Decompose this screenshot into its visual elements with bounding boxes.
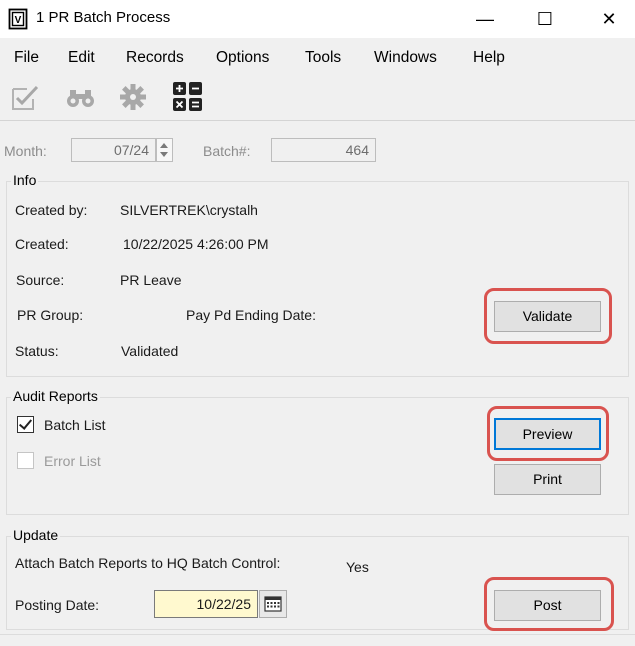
- error-list-label: Error List: [44, 453, 101, 469]
- window-title: 1 PR Batch Process: [36, 9, 171, 26]
- update-title: Update: [11, 527, 61, 543]
- menu-bar: File Edit Records Options Tools Windows …: [0, 38, 635, 78]
- attach-reports-label: Attach Batch Reports to HQ Batch Control…: [15, 555, 281, 571]
- source-label: Source:: [16, 272, 65, 288]
- pr-group-label: PR Group:: [17, 307, 84, 323]
- maximize-button[interactable]: ☐: [522, 0, 568, 38]
- menu-records[interactable]: Records: [126, 49, 184, 67]
- error-list-checkbox[interactable]: [17, 452, 34, 469]
- close-button[interactable]: ✕: [586, 0, 632, 38]
- menu-edit[interactable]: Edit: [68, 49, 95, 67]
- svg-text:V: V: [15, 15, 22, 26]
- menu-help[interactable]: Help: [473, 49, 505, 67]
- toolbar: [0, 78, 635, 120]
- info-group: [6, 181, 629, 377]
- pay-pd-ending-label: Pay Pd Ending Date:: [186, 307, 316, 323]
- preview-highlight: [487, 406, 609, 461]
- calendar-button[interactable]: [259, 590, 287, 618]
- binoculars-find-icon[interactable]: [64, 80, 98, 114]
- status-label: Status:: [15, 343, 59, 359]
- minimize-button[interactable]: —: [462, 0, 508, 38]
- post-highlight: [484, 577, 614, 631]
- menu-file[interactable]: File: [14, 49, 39, 67]
- calculator-icon[interactable]: [171, 80, 205, 114]
- batch-list-label: Batch List: [44, 417, 106, 433]
- source-value: PR Leave: [120, 272, 182, 288]
- menu-options[interactable]: Options: [216, 49, 269, 67]
- menu-tools[interactable]: Tools: [305, 49, 341, 67]
- title-bar: V 1 PR Batch Process — ☐ ✕: [0, 0, 635, 38]
- gear-settings-icon[interactable]: [116, 80, 150, 114]
- info-group-title: Info: [11, 172, 39, 188]
- month-label: Month:: [4, 143, 47, 159]
- validate-check-icon[interactable]: [8, 80, 42, 114]
- month-spinner: [156, 138, 173, 162]
- validate-highlight: [484, 288, 612, 344]
- checkmark-icon: [18, 416, 33, 430]
- batch-list-checkbox[interactable]: [17, 416, 34, 433]
- posting-date-label: Posting Date:: [15, 597, 100, 613]
- print-button[interactable]: Print: [494, 464, 601, 495]
- created-label: Created:: [15, 236, 69, 252]
- spinner-down-icon: [160, 152, 168, 157]
- created-by-label: Created by:: [15, 202, 88, 218]
- posting-date-field[interactable]: 10/22/25: [154, 590, 258, 618]
- minimize-icon: —: [476, 9, 494, 29]
- batch-field: 464: [271, 138, 376, 162]
- month-field: 07/24: [71, 138, 156, 162]
- bottom-divider: [0, 634, 635, 635]
- maximize-icon: ☐: [536, 9, 554, 29]
- toolbar-divider: [0, 120, 635, 121]
- app-icon: V: [8, 8, 28, 30]
- audit-reports-title: Audit Reports: [11, 388, 100, 404]
- status-value: Validated: [121, 343, 179, 359]
- close-icon: ✕: [601, 9, 617, 29]
- calendar-icon: [264, 596, 282, 612]
- batch-label: Batch#:: [203, 143, 251, 159]
- spinner-up-icon: [160, 143, 168, 148]
- attach-reports-value: Yes: [346, 559, 369, 575]
- menu-windows[interactable]: Windows: [374, 49, 437, 67]
- created-value: 10/22/2025 4:26:00 PM: [123, 236, 269, 252]
- created-by-value: SILVERTREK\crystalh: [120, 202, 258, 218]
